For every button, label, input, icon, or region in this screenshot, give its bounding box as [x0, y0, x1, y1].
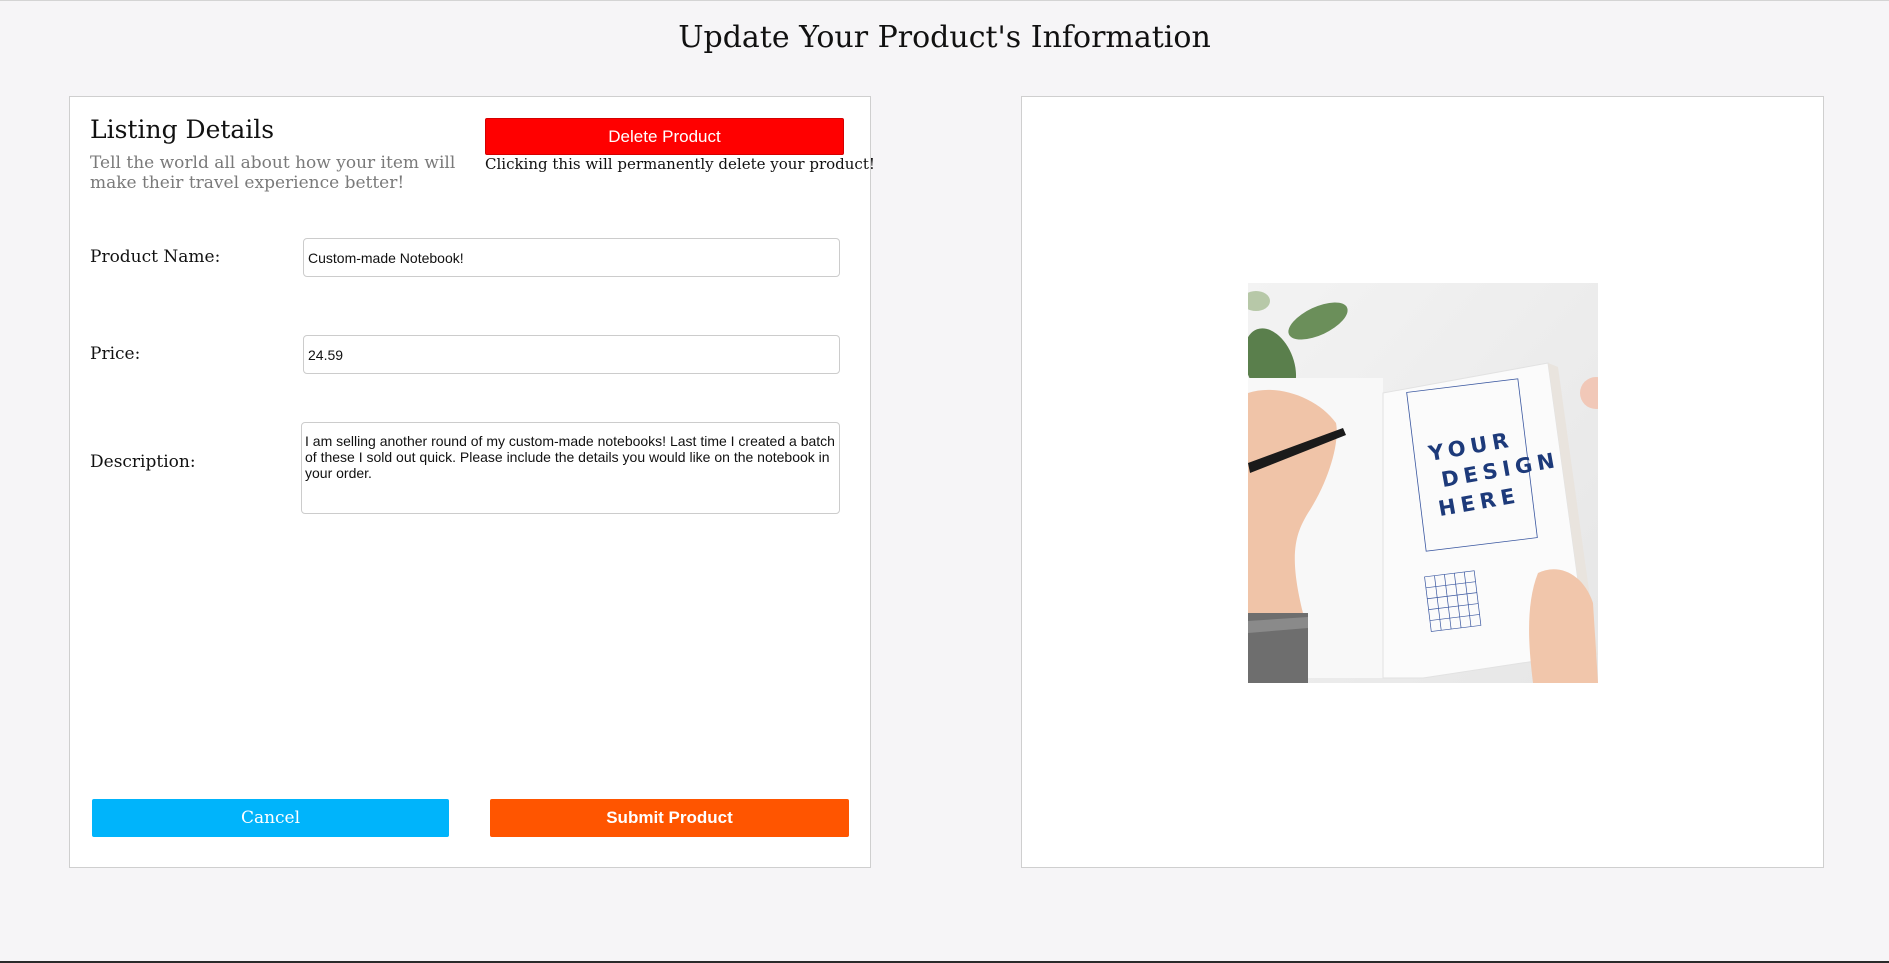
delete-product-button[interactable]: Delete Product — [485, 118, 844, 155]
listing-details-title: Listing Details — [90, 115, 275, 144]
page-title: Update Your Product's Information — [678, 20, 1211, 55]
product-name-label: Product Name: — [90, 247, 221, 267]
delete-warning-text: Clicking this will permanently delete yo… — [485, 155, 875, 173]
listing-details-panel: Listing Details Tell the world all about… — [69, 96, 875, 868]
product-image-panel: YOUR DESIGN HERE — [1021, 96, 1824, 868]
listing-details-subtitle: Tell the world all about how your item w… — [90, 153, 456, 193]
price-input[interactable] — [303, 335, 840, 374]
description-label: Description: — [90, 452, 196, 472]
product-name-input[interactable] — [303, 238, 840, 277]
price-label: Price: — [90, 344, 141, 364]
submit-product-button[interactable]: Submit Product — [490, 799, 849, 837]
description-textarea[interactable]: I am selling another round of my custom-… — [301, 422, 840, 514]
cancel-button[interactable]: Cancel — [92, 799, 449, 837]
product-image: YOUR DESIGN HERE — [1248, 283, 1598, 683]
